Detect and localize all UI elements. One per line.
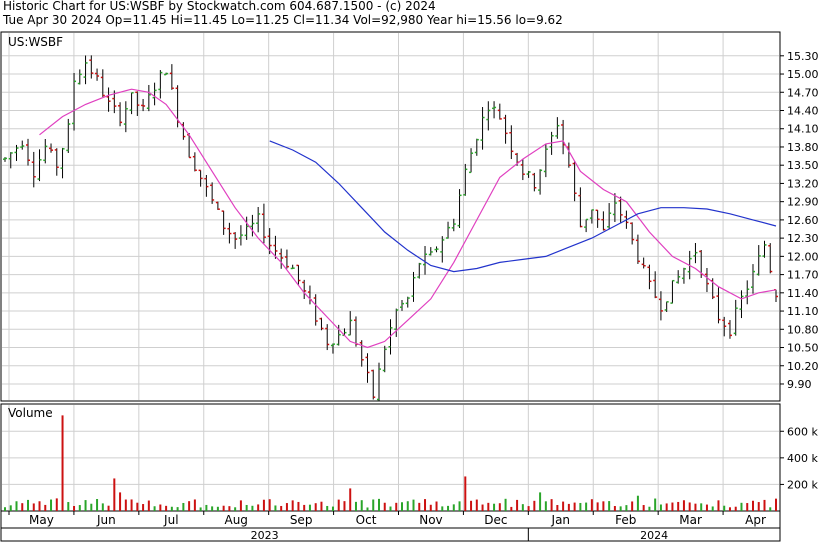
price-tick-label: 15.00: [787, 68, 819, 81]
month-label: Nov: [419, 513, 442, 527]
price-tick-label: 10.20: [787, 360, 819, 373]
year-label: 2023: [251, 529, 279, 542]
price-tick-label: 11.10: [787, 305, 819, 318]
price-tick-label: 15.30: [787, 50, 819, 63]
stock-chart: May Jun Jul Aug Sep Oct Nov Dec Jan Feb Mar Apr 15.3…: [0, 31, 819, 542]
price-tick-label: 9.90: [787, 378, 812, 391]
month-label: May: [29, 513, 54, 527]
price-tick-label: 12.00: [787, 250, 819, 263]
month-label: Oct: [356, 513, 377, 527]
month-label: Sep: [290, 513, 313, 527]
month-label: Jul: [163, 513, 178, 527]
symbol-label: US:WSBF: [8, 35, 63, 49]
month-label: Feb: [615, 513, 636, 527]
month-label: Mar: [679, 513, 702, 527]
price-tick-label: 13.50: [787, 159, 819, 172]
month-label: Dec: [484, 513, 507, 527]
month-label: Aug: [224, 513, 247, 527]
price-tick-label: 13.20: [787, 177, 819, 190]
price-tick-label: 10.80: [787, 323, 819, 336]
price-tick-label: 12.60: [787, 214, 819, 227]
price-tick-label: 12.90: [787, 196, 819, 209]
volume-label: Volume: [8, 406, 53, 420]
price-tick-label: 10.50: [787, 342, 819, 355]
price-tick-label: 12.30: [787, 232, 819, 245]
price-tick-label: 11.40: [787, 287, 819, 300]
volume-tick-label: 600 k: [787, 425, 818, 438]
year-label: 2024: [640, 529, 668, 542]
price-tick-label: 14.10: [787, 123, 819, 136]
month-label: Jun: [96, 513, 116, 527]
volume-tick-label: 200 k: [787, 478, 818, 491]
month-label: Jan: [551, 513, 571, 527]
month-label: Apr: [745, 513, 766, 527]
price-tick-label: 13.80: [787, 141, 819, 154]
price-tick-label: 14.40: [787, 104, 819, 117]
price-tick-label: 14.70: [787, 86, 819, 99]
price-tick-label: 11.70: [787, 269, 819, 282]
volume-tick-label: 400 k: [787, 452, 818, 465]
month-axis-strip: [0, 510, 781, 529]
